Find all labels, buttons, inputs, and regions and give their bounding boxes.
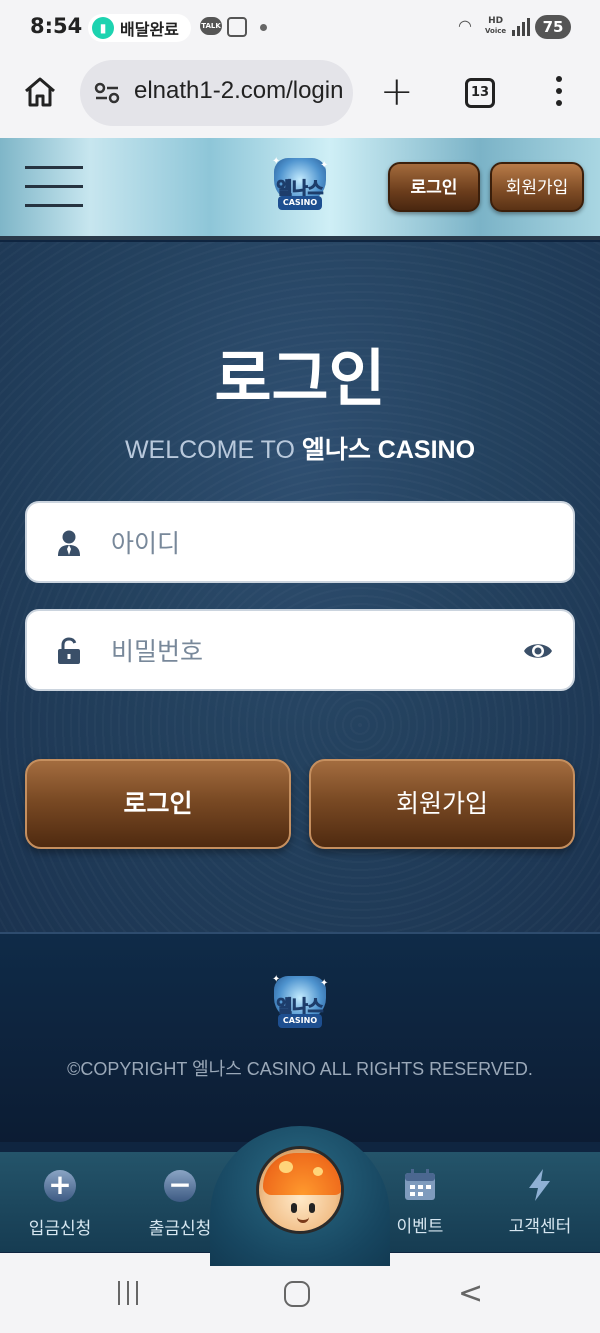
minus-circle-icon: − <box>164 1170 196 1202</box>
notification-dot-icon <box>260 24 267 31</box>
tune-icon[interactable] <box>94 82 120 104</box>
lightning-icon <box>529 1169 550 1201</box>
clock: 8:54 <box>30 14 83 38</box>
chip-label: 배달완료 <box>120 20 179 39</box>
user-icon <box>58 530 80 556</box>
username-input[interactable] <box>111 519 511 567</box>
hd-voice-icon: HD Voice <box>485 16 507 35</box>
kakaotalk-icon: TALK <box>200 17 222 35</box>
header-signup-button[interactable]: 회원가입 <box>490 162 584 212</box>
welcome-text: WELCOME TO 엘나스 CASINO <box>124 436 476 464</box>
footer <box>0 932 600 1142</box>
password-input[interactable] <box>111 627 511 675</box>
username-field[interactable] <box>25 501 575 583</box>
nav-support[interactable]: 고객센터 <box>480 1168 600 1248</box>
header-login-button[interactable]: 로그인 <box>388 162 480 212</box>
nav-deposit[interactable]: + 입금신청 <box>0 1168 120 1248</box>
menu-icon[interactable] <box>25 166 83 208</box>
plus-icon[interactable]: + <box>380 72 414 112</box>
footer-logo: ✦ ✦ 엘나스 CASINO <box>268 972 332 1036</box>
back-icon[interactable]: < <box>458 1279 483 1309</box>
eye-icon[interactable] <box>523 639 553 663</box>
lock-icon <box>58 637 80 664</box>
tabs-icon[interactable]: 13 <box>465 78 495 108</box>
more-icon[interactable] <box>554 76 564 112</box>
nav-event[interactable]: 이벤트 <box>360 1168 480 1248</box>
home-icon[interactable] <box>22 74 58 110</box>
recents-icon[interactable] <box>118 1281 138 1305</box>
system-home-icon[interactable] <box>284 1281 310 1307</box>
mushroom-mascot-button[interactable] <box>256 1146 344 1234</box>
signup-button[interactable]: 회원가입 <box>309 759 575 849</box>
battery-icon: 75 <box>535 15 571 39</box>
site-logo[interactable]: ✦ ✦ 엘나스 CASINO <box>268 154 332 218</box>
delivery-icon: ▮ <box>92 17 114 39</box>
password-field[interactable] <box>25 609 575 691</box>
page-title: 로그인 <box>214 342 386 415</box>
signal-icon <box>512 18 530 36</box>
plus-circle-icon: + <box>44 1170 76 1202</box>
copyright-text: ©COPYRIGHT 엘나스 CASINO ALL RIGHTS RESERVE… <box>67 1059 533 1079</box>
login-button[interactable]: 로그인 <box>25 759 291 849</box>
wifi-icon: ◠ <box>458 16 472 35</box>
screenshot-icon <box>227 17 247 37</box>
delivery-notification-chip: ▮ 배달완료 <box>88 14 191 42</box>
url-text: elnath1-2.com/login <box>134 77 344 104</box>
address-bar[interactable]: elnath1-2.com/login <box>80 60 353 126</box>
status-bar: 8:54 ▮ 배달완료 TALK ◠ HD Voice 75 <box>0 0 600 56</box>
nav-withdraw[interactable]: − 출금신청 <box>120 1168 240 1248</box>
browser-toolbar: elnath1-2.com/login + 13 <box>0 56 600 138</box>
calendar-icon <box>405 1169 435 1200</box>
